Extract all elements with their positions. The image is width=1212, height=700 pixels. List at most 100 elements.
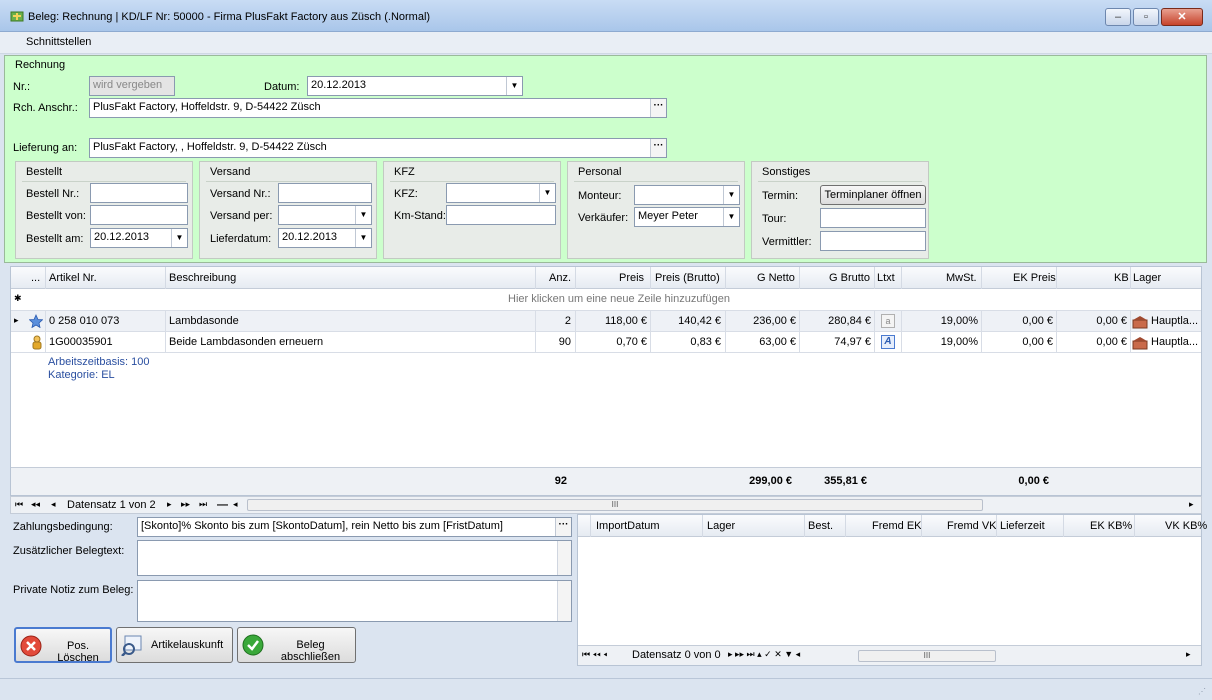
- col-fremd-ek[interactable]: Fremd EK: [872, 520, 922, 532]
- table-row[interactable]: 1G00035901 Beide Lambdasonden erneuern 9…: [11, 332, 1201, 353]
- col-vk-kb[interactable]: VK KB%: [1165, 520, 1207, 532]
- ellipsis-button[interactable]: ···: [650, 99, 666, 117]
- private-notiz-field[interactable]: [137, 580, 572, 622]
- close-button[interactable]: ✕: [1161, 8, 1203, 26]
- chevron-down-icon[interactable]: ▼: [355, 206, 371, 224]
- col-ek-preis[interactable]: EK Preis: [1013, 272, 1056, 284]
- beleg-abschliessen-button[interactable]: Beleg abschließen: [237, 627, 356, 663]
- ellipsis-button[interactable]: ···: [650, 139, 666, 157]
- cell-preis: 118,00 €: [604, 315, 647, 327]
- chevron-down-icon[interactable]: ▼: [723, 186, 739, 204]
- versand-per-field[interactable]: ▼: [278, 205, 372, 225]
- maximize-button[interactable]: ▫: [1133, 8, 1159, 26]
- lieferdatum-field[interactable]: 20.12.2013 ▼: [278, 228, 372, 248]
- vermittler-field[interactable]: [820, 231, 926, 251]
- bestell-nr-label: Bestell Nr.:: [26, 188, 80, 200]
- col-best[interactable]: Best.: [808, 520, 833, 532]
- col-artikel-nr[interactable]: Artikel Nr.: [49, 272, 97, 284]
- kfz-label: KFZ:: [394, 188, 418, 200]
- lieferung-field[interactable]: PlusFakt Factory, , Hoffeldstr. 9, D-544…: [89, 138, 667, 158]
- lager-record-counter: Datensatz 0 von 0: [632, 649, 721, 661]
- vertical-scrollbar[interactable]: [557, 541, 571, 575]
- positions-grid: ... Artikel Nr. Beschreibung Anz. Preis …: [10, 266, 1202, 496]
- resize-grip-icon[interactable]: ⋰: [1198, 687, 1206, 696]
- col-g-netto[interactable]: G Netto: [757, 272, 795, 284]
- scroll-left-icon[interactable]: ◂: [233, 499, 238, 510]
- lieferdatum-label: Lieferdatum:: [210, 233, 272, 245]
- window-title: Beleg: Rechnung | KD/LF Nr: 50000 - Firm…: [28, 11, 431, 23]
- horizontal-scrollbar[interactable]: III: [247, 499, 983, 511]
- col-beschreibung[interactable]: Beschreibung: [169, 272, 236, 284]
- lager-grid: ImportDatum Lager Best. Fremd EK Fremd V…: [577, 514, 1207, 666]
- ltxt-icon[interactable]: A: [881, 335, 895, 349]
- cell-g-brutto: 74,97 €: [834, 336, 871, 348]
- next-page-icon[interactable]: ▸▸: [181, 499, 190, 510]
- last-record-icon[interactable]: ⏭: [199, 499, 207, 510]
- tour-field[interactable]: [820, 208, 926, 228]
- delete-icon: [20, 635, 42, 660]
- lager-nav-prev-icons[interactable]: ⏮ ◂◂ ◂: [582, 649, 607, 660]
- col-fremd-vk[interactable]: Fremd VK: [947, 520, 997, 532]
- rch-anschr-field[interactable]: PlusFakt Factory, Hoffeldstr. 9, D-54422…: [89, 98, 667, 118]
- kfz-field[interactable]: ▼: [446, 183, 556, 203]
- minimize-button[interactable]: ‒: [1105, 8, 1131, 26]
- bestellt-von-field[interactable]: [90, 205, 188, 225]
- col-lieferzeit[interactable]: Lieferzeit: [1000, 520, 1045, 532]
- monteur-field[interactable]: ▼: [634, 185, 740, 205]
- ltxt-icon[interactable]: a: [881, 314, 895, 328]
- new-row[interactable]: ✱ Hier klicken um eine neue Zeile hinzuz…: [11, 289, 1201, 311]
- zahlung-field[interactable]: [Skonto]% Skonto bis zum [SkontoDatum], …: [137, 517, 572, 537]
- col-ek-kb[interactable]: EK KB%: [1090, 520, 1132, 532]
- terminplaner-button[interactable]: Terminplaner öffnen: [820, 185, 926, 205]
- col-anz[interactable]: Anz.: [549, 272, 571, 284]
- scroll-right-icon[interactable]: ▸: [1189, 499, 1194, 510]
- delete-record-icon[interactable]: —: [217, 499, 228, 511]
- col-preis[interactable]: Preis: [619, 272, 644, 284]
- chevron-down-icon[interactable]: ▼: [355, 229, 371, 247]
- chevron-down-icon[interactable]: ▼: [506, 77, 522, 95]
- menu-schnittstellen[interactable]: Schnittstellen: [26, 36, 91, 48]
- next-record-icon[interactable]: ▸: [167, 499, 172, 510]
- datum-field[interactable]: 20.12.2013 ▼: [307, 76, 523, 96]
- col-preis-brutto[interactable]: Preis (Brutto): [655, 272, 720, 284]
- bestellt-am-field[interactable]: 20.12.2013 ▼: [90, 228, 188, 248]
- artikelauskunft-button[interactable]: Artikelauskunft: [116, 627, 233, 663]
- nr-field[interactable]: wird vergeben: [89, 76, 175, 96]
- bestell-nr-field[interactable]: [90, 183, 188, 203]
- col-lager[interactable]: Lager: [1133, 272, 1161, 284]
- col-importdatum[interactable]: ImportDatum: [596, 520, 660, 532]
- cell-ek-preis: 0,00 €: [1022, 315, 1053, 327]
- prev-page-icon[interactable]: ◂◂: [31, 499, 40, 510]
- bestellt-von-label: Bestellt von:: [26, 210, 86, 222]
- chevron-down-icon[interactable]: ▼: [539, 184, 555, 202]
- scroll-right-icon[interactable]: ▸: [1186, 649, 1191, 660]
- col-mwst[interactable]: MwSt.: [946, 272, 977, 284]
- pos-loeschen-button[interactable]: Pos. Löschen: [14, 627, 112, 664]
- verkaeufer-field[interactable]: Meyer Peter ▼: [634, 207, 740, 227]
- chevron-down-icon[interactable]: ▼: [723, 208, 739, 226]
- first-record-icon[interactable]: ⏮: [15, 499, 23, 510]
- zus-belegtext-field[interactable]: [137, 540, 572, 576]
- lager-nav-next-icons[interactable]: ▸ ▸▸ ⏭ ▴ ✓ ✕ ▼ ◂: [728, 649, 800, 660]
- versand-nr-label: Versand Nr.:: [210, 188, 271, 200]
- chevron-down-icon[interactable]: ▼: [171, 229, 187, 247]
- col-g-brutto[interactable]: G Brutto: [829, 272, 870, 284]
- vertical-scrollbar[interactable]: [557, 581, 571, 621]
- warehouse-icon: [1132, 315, 1148, 332]
- km-stand-field[interactable]: [446, 205, 556, 225]
- horizontal-scrollbar[interactable]: III: [858, 650, 996, 662]
- col-dots[interactable]: ...: [31, 272, 40, 284]
- divider: [22, 181, 186, 182]
- row-indicator: ▸: [14, 315, 19, 325]
- versand-per-label: Versand per:: [210, 210, 273, 222]
- versand-nr-field[interactable]: [278, 183, 372, 203]
- prev-record-icon[interactable]: ◂: [51, 499, 56, 510]
- bestellt-group: Bestellt Bestell Nr.: Bestellt von: Best…: [15, 161, 193, 259]
- bestellt-am-value: 20.12.2013: [94, 231, 150, 243]
- col-ltxt[interactable]: Ltxt: [877, 272, 895, 284]
- cell-g-netto: 236,00 €: [753, 315, 796, 327]
- col-kb[interactable]: KB: [1114, 272, 1129, 284]
- col-lager[interactable]: Lager: [707, 520, 735, 532]
- ellipsis-button[interactable]: ···: [555, 518, 571, 536]
- table-row[interactable]: ▸ 0 258 010 073 Lambdasonde 2 118,00 € 1…: [11, 311, 1201, 332]
